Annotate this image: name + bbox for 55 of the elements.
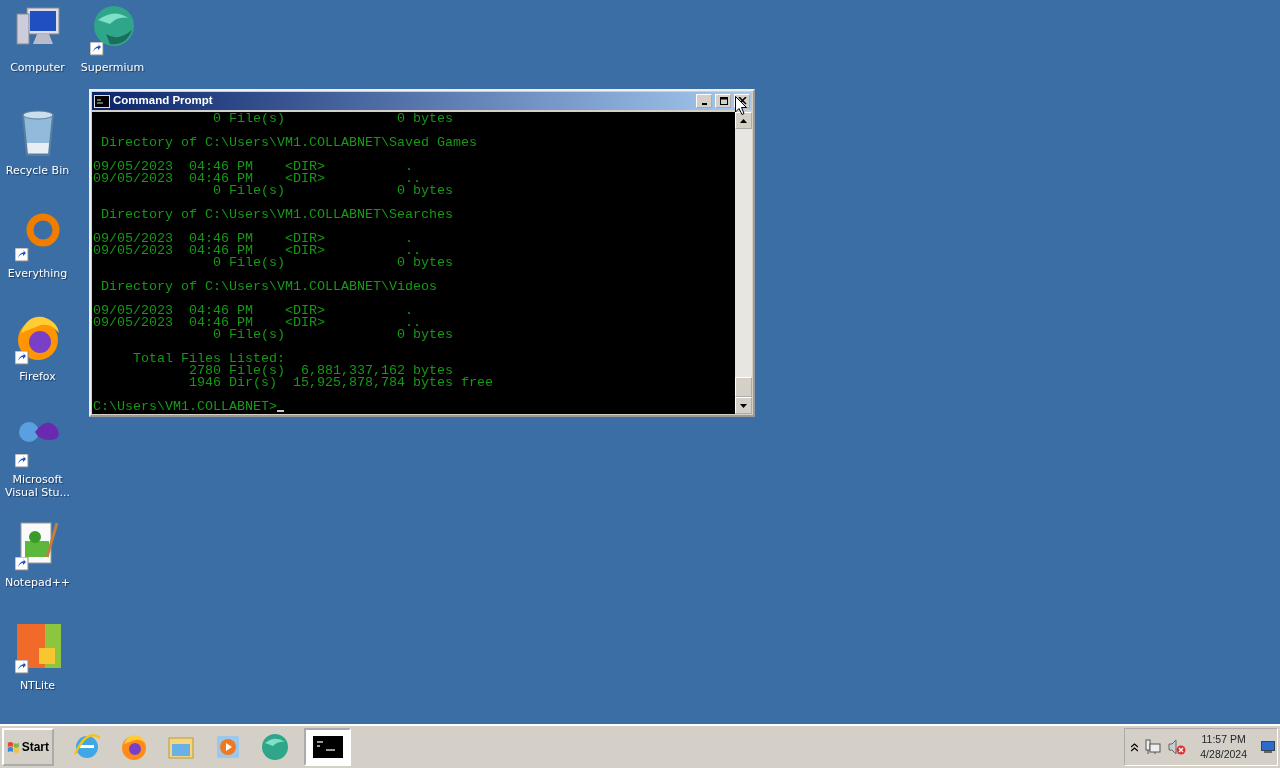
icon-label[interactable]: Firefox bbox=[19, 370, 56, 383]
console-icon bbox=[94, 94, 110, 108]
shortcut-arrow-icon bbox=[14, 454, 29, 468]
console-line: 0 File(s) 0 bytes bbox=[211, 185, 454, 197]
scroll-down-button[interactable] bbox=[735, 397, 752, 414]
icon-label[interactable]: NTLite bbox=[19, 679, 56, 692]
close-icon bbox=[737, 97, 747, 105]
maximize-button[interactable] bbox=[715, 94, 731, 108]
shortcut-arrow-icon bbox=[14, 660, 29, 674]
icon-label[interactable]: Supermium bbox=[80, 61, 145, 74]
shortcut-arrow-icon bbox=[89, 42, 104, 56]
windows-logo-icon bbox=[7, 740, 20, 754]
icon-label[interactable]: Everything bbox=[7, 267, 68, 280]
network-icon[interactable] bbox=[1144, 739, 1163, 755]
chevron-icon[interactable] bbox=[1131, 742, 1139, 752]
icon-label[interactable]: Recycle Bin bbox=[5, 164, 70, 177]
volume-icon[interactable] bbox=[1168, 739, 1187, 755]
console-line: 0 File(s) 0 bytes bbox=[211, 113, 454, 125]
show-desktop-icon[interactable] bbox=[1261, 741, 1275, 753]
down-arrow-icon bbox=[740, 403, 747, 408]
console-line: Directory of C:\Users\VM1.COLLABNET\Videos bbox=[100, 281, 438, 293]
console-line: 09/05/2023 04:46 PM <DIR> .. bbox=[93, 317, 421, 329]
text-cursor bbox=[276, 410, 284, 412]
console-line: 1946 Dir(s) 15,925,878,784 bytes free bbox=[187, 377, 494, 389]
start-button[interactable]: Start bbox=[2, 728, 54, 766]
shortcut-arrow-icon bbox=[14, 351, 29, 365]
console-line: 0 File(s) 0 bytes bbox=[211, 257, 454, 269]
console-line: Directory of C:\Users\VM1.COLLABNET\Saved Games bbox=[100, 137, 478, 149]
firefox-icon[interactable] bbox=[119, 732, 149, 762]
minimize-button[interactable] bbox=[696, 94, 712, 108]
shortcut-arrow-icon bbox=[14, 248, 29, 262]
clock-date[interactable]: 4/28/2024 bbox=[1200, 747, 1247, 762]
console-prompt[interactable]: C:\Users\VM1.COLLABNET> bbox=[93, 401, 277, 413]
console-line: 2780 File(s) 6,881,337,162 bytes bbox=[187, 365, 454, 377]
console-line: 09/05/2023 04:46 PM <DIR> . bbox=[93, 233, 414, 245]
scroll-up-button[interactable] bbox=[735, 112, 752, 129]
scrollbar[interactable] bbox=[735, 112, 752, 414]
console-icon bbox=[312, 736, 343, 758]
maximize-icon bbox=[718, 97, 728, 105]
up-arrow-icon bbox=[740, 118, 747, 123]
console-line: 0 File(s) 0 bytes bbox=[211, 329, 454, 341]
shortcut-arrow-icon bbox=[14, 557, 29, 571]
icon-label[interactable]: Notepad++ bbox=[4, 576, 71, 589]
console-line: 09/05/2023 04:46 PM <DIR> .. bbox=[93, 173, 421, 185]
icon-label[interactable]: Computer bbox=[10, 61, 65, 74]
taskbar-button[interactable] bbox=[304, 728, 351, 766]
console-line: Total Files Listed: bbox=[132, 353, 286, 365]
console-line: 09/05/2023 04:46 PM <DIR> . bbox=[93, 305, 414, 317]
console-line: 09/05/2023 04:46 PM <DIR> . bbox=[93, 161, 414, 173]
window-title: Command Prompt bbox=[113, 93, 213, 109]
console-line: Directory of C:\Users\VM1.COLLABNET\Searches bbox=[100, 209, 454, 221]
scroll-thumb[interactable] bbox=[735, 377, 752, 397]
icon-label[interactable]: Microsoft Visual Stu... bbox=[0, 473, 75, 499]
console-line: 09/05/2023 04:46 PM <DIR> .. bbox=[93, 245, 421, 257]
clock-time[interactable]: 11:57 PM bbox=[1200, 732, 1247, 747]
